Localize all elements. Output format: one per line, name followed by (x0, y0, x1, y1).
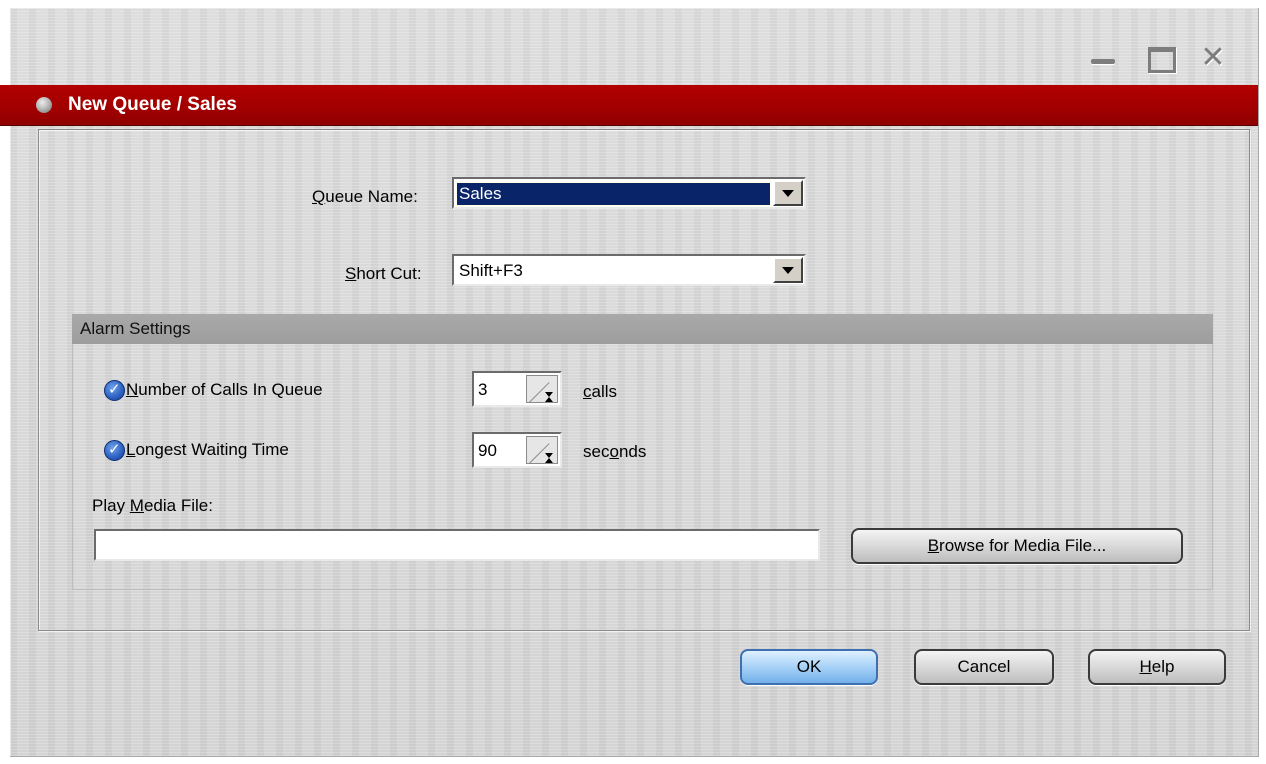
spinner-arrows-icon[interactable] (526, 375, 558, 403)
alarm-settings-header: Alarm Settings (72, 314, 1213, 344)
ok-button[interactable]: OK (740, 649, 878, 685)
chevron-down-icon[interactable] (773, 180, 803, 206)
short-cut-combo[interactable]: Shift+F3 (452, 254, 806, 286)
queue-name-value[interactable]: Sales (456, 182, 771, 206)
calls-value[interactable]: 3 (478, 380, 487, 400)
wait-unit: seconds (583, 442, 647, 461)
calls-spinner[interactable]: 3 (472, 371, 562, 407)
wait-spinner[interactable]: 90 (472, 432, 562, 468)
wait-label[interactable]: Longest Waiting Time (126, 440, 289, 460)
minimize-icon[interactable] (1088, 44, 1118, 72)
spinner-arrows-icon[interactable] (526, 436, 558, 464)
calls-label[interactable]: Number of Calls In Queue (126, 380, 323, 400)
close-icon[interactable]: ✕ (1198, 43, 1228, 73)
media-file-input[interactable] (94, 529, 820, 561)
calls-unit: calls (583, 382, 618, 401)
queue-name-label: Queue Name: (312, 187, 418, 206)
queue-name-combo[interactable]: Sales (452, 177, 806, 209)
browse-media-button[interactable]: Browse for Media File... (851, 528, 1183, 564)
wait-checkbox-icon[interactable] (104, 440, 125, 461)
short-cut-value[interactable]: Shift+F3 (457, 260, 770, 282)
dialog-title: New Queue / Sales (68, 94, 237, 115)
alarm-settings-title: Alarm Settings (80, 319, 191, 338)
chevron-down-icon[interactable] (773, 257, 803, 283)
wait-value[interactable]: 90 (478, 441, 497, 461)
help-button[interactable]: Help (1088, 649, 1226, 685)
maximize-icon[interactable] (1145, 44, 1176, 73)
cancel-button[interactable]: Cancel (914, 649, 1054, 685)
calls-checkbox-icon[interactable] (104, 380, 125, 401)
short-cut-label: Short Cut: (345, 264, 422, 283)
media-label: Play Media File: (92, 496, 213, 515)
title-bar: New Queue / Sales (0, 85, 1258, 126)
status-dot-icon (36, 97, 52, 113)
